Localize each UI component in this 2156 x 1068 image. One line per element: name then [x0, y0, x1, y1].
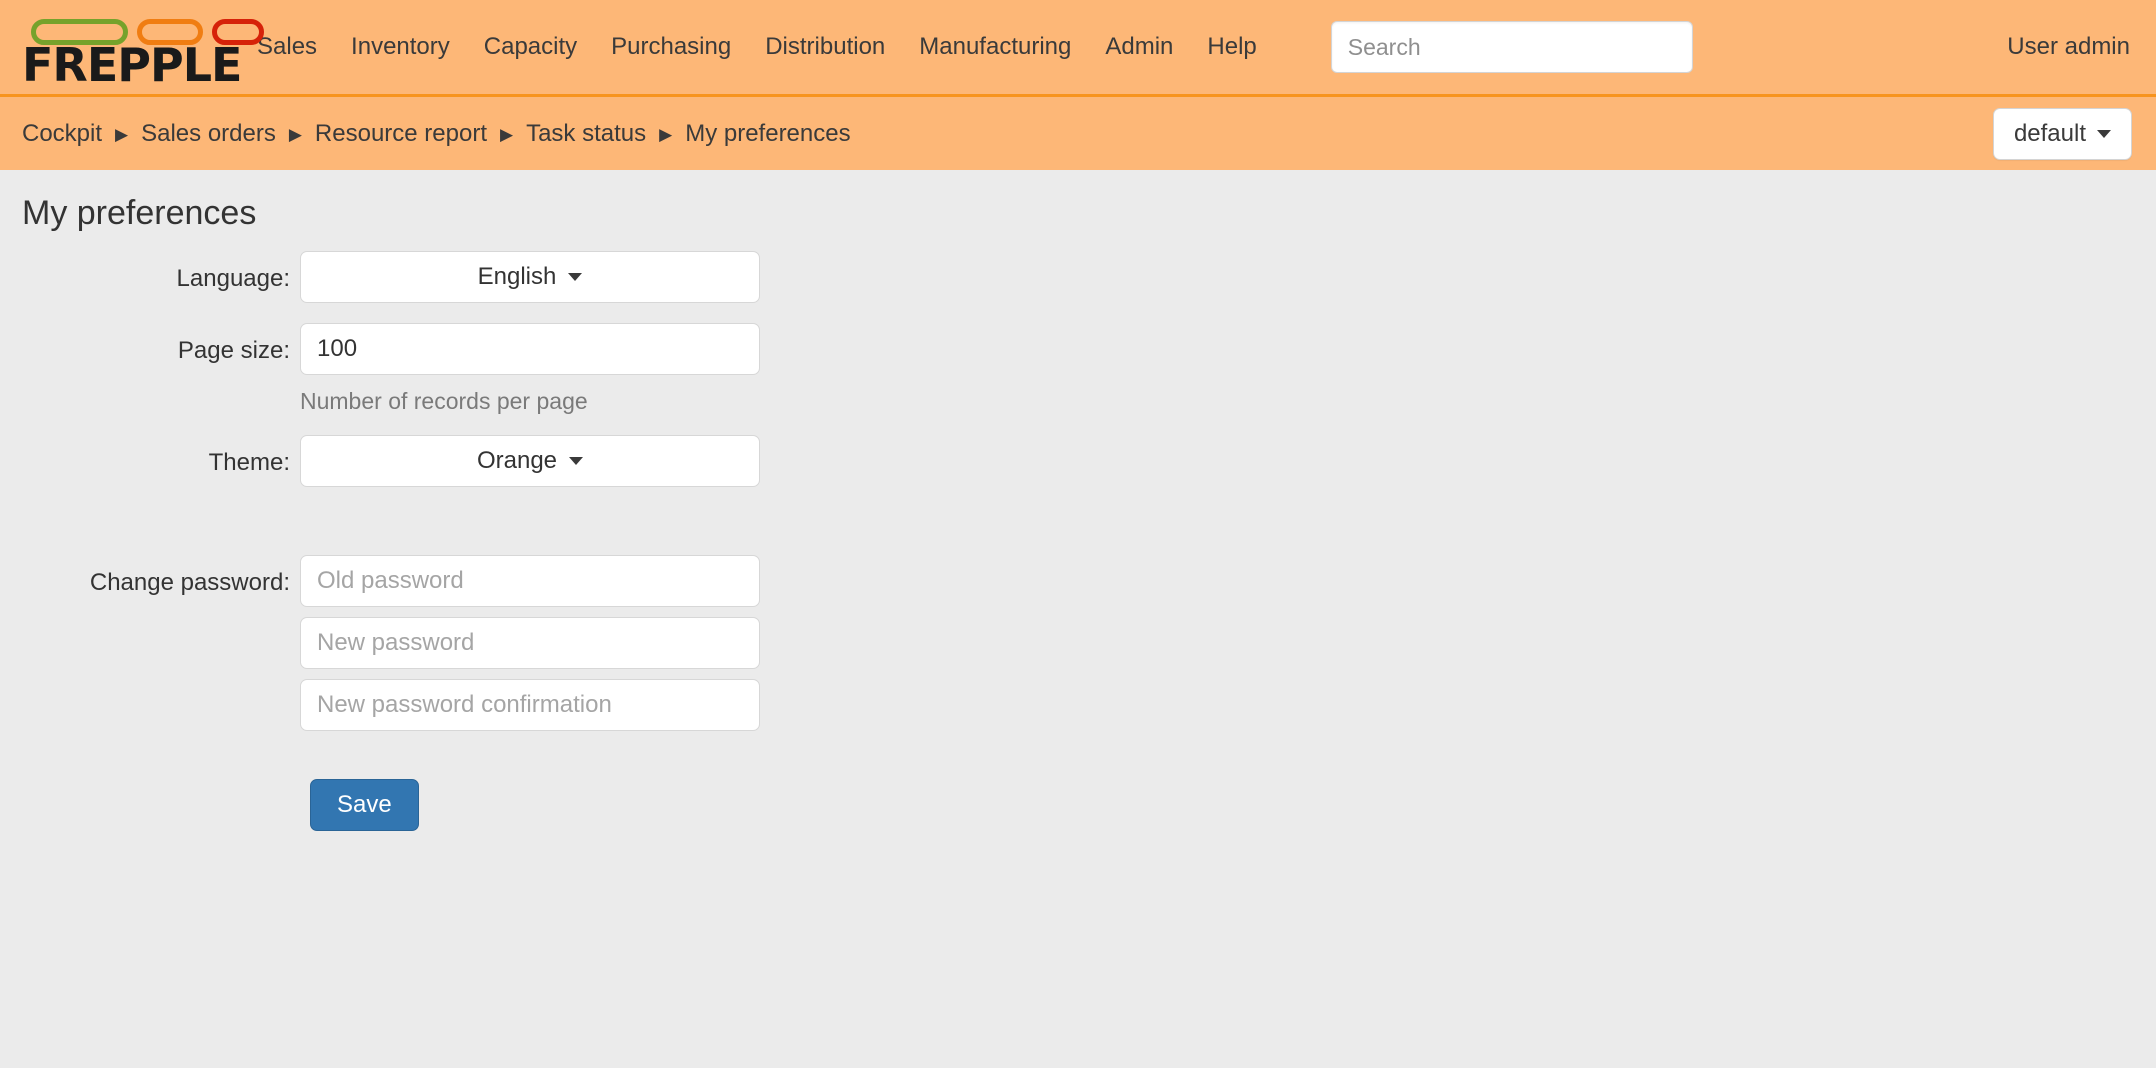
breadcrumb-separator-icon: ▶	[500, 125, 514, 144]
language-select[interactable]: English	[300, 251, 760, 303]
chevron-down-icon	[2097, 129, 2111, 138]
nav-item-manufacturing[interactable]: Manufacturing	[902, 25, 1088, 70]
page-size-help-text: Number of records per page	[300, 388, 588, 414]
nav-item-purchasing[interactable]: Purchasing	[594, 25, 748, 70]
scenario-dropdown-button[interactable]: default	[1992, 107, 2132, 160]
page-title: My preferences	[22, 194, 257, 232]
language-field: English	[300, 251, 760, 303]
nav-item-inventory[interactable]: Inventory	[334, 25, 467, 70]
nav-item-help[interactable]: Help	[1190, 25, 1273, 70]
page-size-field: Number of records per page	[300, 323, 760, 415]
search-container	[1330, 21, 1693, 73]
app-header: FREPPLE Sales Inventory Capacity Purchas…	[0, 0, 2156, 97]
breadcrumb-item-cockpit[interactable]: Cockpit	[22, 120, 102, 148]
theme-select-value: Orange	[476, 447, 558, 474]
new-password-input[interactable]	[300, 617, 760, 669]
search-input[interactable]	[1330, 21, 1693, 73]
language-label: Language:	[176, 265, 290, 292]
logo-wordmark: FREPPLE	[22, 38, 242, 92]
breadcrumb-separator-icon: ▶	[659, 125, 673, 144]
nav-item-capacity[interactable]: Capacity	[467, 25, 594, 70]
form-row-confirm-password	[0, 679, 2156, 731]
scenario-dropdown-label: default	[2013, 119, 2086, 147]
form-row-language: Language: English	[0, 251, 2156, 303]
chevron-down-icon	[569, 457, 584, 465]
new-password-spacer	[0, 617, 300, 631]
page-size-label: Page size:	[177, 337, 290, 364]
nav-item-distribution[interactable]: Distribution	[748, 25, 902, 70]
theme-select[interactable]: Orange	[300, 435, 760, 487]
new-password-field	[300, 617, 760, 669]
language-select-value: English	[477, 263, 557, 290]
old-password-field	[300, 555, 760, 607]
preferences-form: Language: English Page size: Number of r…	[0, 251, 2156, 832]
form-row-page-size: Page size: Number of records per page	[0, 323, 2156, 415]
breadcrumb-separator-icon: ▶	[115, 125, 129, 144]
form-row-new-password	[0, 617, 2156, 669]
page-size-input[interactable]	[300, 323, 760, 375]
theme-label: Theme:	[208, 449, 290, 476]
breadcrumb-item-resource-report[interactable]: Resource report	[315, 120, 487, 148]
breadcrumb-bar: Cockpit ▶ Sales orders ▶ Resource report…	[0, 97, 2156, 170]
main-navigation: Sales Inventory Capacity Purchasing Dist…	[240, 25, 1274, 70]
save-button[interactable]: Save	[310, 779, 419, 832]
confirm-password-field	[300, 679, 760, 731]
breadcrumb: Cockpit ▶ Sales orders ▶ Resource report…	[22, 120, 851, 148]
main-content: My preferences Language: English Page si…	[0, 170, 2156, 1065]
user-admin-menu[interactable]: User admin	[2007, 33, 2130, 61]
breadcrumb-item-sales-orders[interactable]: Sales orders	[141, 120, 276, 148]
nav-item-admin[interactable]: Admin	[1088, 25, 1190, 70]
chevron-down-icon	[568, 273, 583, 281]
change-password-label: Change password:	[89, 569, 290, 596]
theme-field: Orange	[300, 435, 760, 487]
breadcrumb-item-task-status[interactable]: Task status	[526, 120, 646, 148]
old-password-input[interactable]	[300, 555, 760, 607]
breadcrumb-separator-icon: ▶	[288, 125, 302, 144]
form-row-theme: Theme: Orange	[0, 435, 2156, 487]
confirm-password-input[interactable]	[300, 679, 760, 731]
frepple-logo[interactable]: FREPPLE	[22, 12, 264, 88]
confirm-password-spacer	[0, 679, 300, 693]
breadcrumb-item-my-preferences[interactable]: My preferences	[685, 120, 850, 148]
form-row-old-password: Change password:	[0, 555, 2156, 607]
